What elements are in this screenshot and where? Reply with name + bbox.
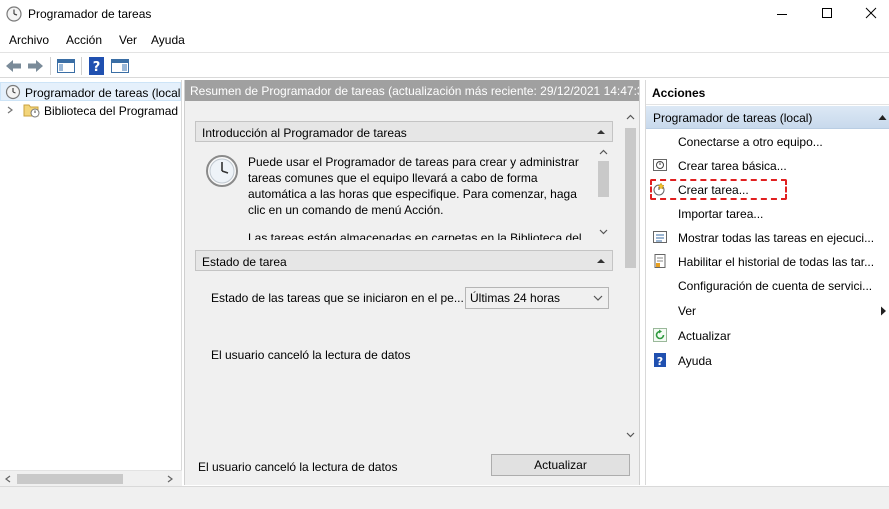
- action-label: Crear tarea...: [678, 183, 749, 197]
- submenu-arrow-icon: [881, 306, 886, 316]
- scroll-thumb[interactable]: [598, 161, 609, 197]
- summary-header: Resumen de Programador de tareas (actual…: [185, 80, 639, 101]
- show-hide-tree-icon[interactable]: [56, 56, 76, 76]
- action-label: Importar tarea...: [678, 207, 764, 221]
- action-service-account-config[interactable]: Configuración de cuenta de servici...: [646, 274, 889, 298]
- scroll-left-icon[interactable]: [4, 475, 12, 483]
- menu-archivo[interactable]: Archivo: [9, 33, 49, 47]
- svg-text:?: ?: [657, 355, 663, 367]
- clock-large-icon: [206, 155, 238, 187]
- action-label: Ver: [678, 304, 697, 318]
- scroll-thumb[interactable]: [625, 128, 636, 268]
- actions-header: Acciones: [646, 80, 889, 105]
- chevron-right-icon[interactable]: [6, 106, 14, 114]
- maximize-button[interactable]: [819, 6, 835, 22]
- help-icon: ?: [654, 353, 666, 367]
- scroll-up-icon[interactable]: [626, 114, 635, 121]
- scroll-up-icon[interactable]: [599, 149, 608, 156]
- refresh-icon: [653, 328, 667, 342]
- toolbar-separator: [81, 57, 82, 75]
- action-show-running-tasks[interactable]: Mostrar todas las tareas en ejecuci...: [646, 226, 889, 250]
- intro-text-2: Las tareas están almacenadas en carpetas…: [248, 231, 582, 240]
- forward-arrow-icon[interactable]: [25, 56, 45, 76]
- menu-accion[interactable]: Acción: [66, 33, 102, 47]
- summary-pane: Resumen de Programador de tareas (actual…: [184, 80, 640, 485]
- show-hide-action-pane-icon[interactable]: [110, 56, 130, 76]
- status-filter-label: Estado de las tareas que se iniciaron en…: [211, 291, 464, 305]
- status-section-title: Estado de tarea: [202, 255, 287, 269]
- scroll-down-icon[interactable]: [626, 431, 635, 438]
- navigation-tree: Programador de tareas (local Biblioteca …: [0, 80, 182, 485]
- intro-text: Puede usar el Programador de tareas para…: [248, 155, 579, 217]
- chevron-down-icon: [593, 295, 603, 301]
- action-label: Actualizar: [678, 329, 731, 343]
- status-section-header[interactable]: Estado de tarea: [195, 250, 613, 271]
- collapse-icon[interactable]: [597, 259, 605, 263]
- close-icon: [865, 7, 877, 19]
- intro-section-header[interactable]: Introducción al Programador de tareas: [195, 121, 613, 142]
- menu-ayuda[interactable]: Ayuda: [151, 33, 185, 47]
- intro-scrollbar[interactable]: [596, 146, 611, 238]
- help-icon[interactable]: ?: [87, 56, 107, 76]
- menu-ver[interactable]: Ver: [119, 33, 137, 47]
- minimize-button[interactable]: [774, 6, 790, 22]
- footer-message: El usuario canceló la lectura de datos: [198, 460, 398, 474]
- collapse-icon[interactable]: [597, 130, 605, 134]
- basic-task-icon: [653, 159, 667, 171]
- action-view[interactable]: Ver: [646, 299, 889, 323]
- maximize-icon: [822, 8, 832, 18]
- action-label: Ayuda: [678, 354, 712, 368]
- refresh-button[interactable]: Actualizar: [491, 454, 630, 476]
- tree-horizontal-scrollbar[interactable]: [0, 470, 182, 486]
- action-enable-history[interactable]: Habilitar el historial de todas las tar.…: [646, 250, 889, 274]
- svg-text:?: ?: [93, 60, 101, 75]
- toolbar-separator: [50, 57, 51, 75]
- action-label: Configuración de cuenta de servici...: [678, 279, 873, 293]
- action-create-basic-task[interactable]: Crear tarea básica...: [646, 154, 889, 178]
- scroll-thumb[interactable]: [17, 474, 123, 484]
- tree-item-root[interactable]: Programador de tareas (local: [0, 82, 181, 101]
- summary-scrollbar[interactable]: [623, 109, 638, 445]
- running-tasks-icon: [653, 231, 667, 243]
- create-task-icon: [653, 182, 665, 196]
- action-import-task[interactable]: Importar tarea...: [646, 202, 889, 226]
- clock-app-icon: [6, 6, 22, 22]
- intro-section-body: Puede usar el Programador de tareas para…: [195, 142, 613, 240]
- history-icon: [654, 254, 666, 268]
- action-label: Crear tarea básica...: [678, 159, 787, 173]
- tree-item-label: Biblioteca del Programad: [44, 104, 179, 118]
- actions-group-title: Programador de tareas (local): [653, 111, 813, 125]
- toolbar: ?: [0, 52, 889, 78]
- status-bar: [0, 486, 889, 509]
- actions-group-header[interactable]: Programador de tareas (local): [646, 106, 889, 129]
- action-create-task[interactable]: Crear tarea...: [646, 178, 889, 202]
- scroll-down-icon[interactable]: [599, 228, 608, 235]
- action-connect-computer[interactable]: Conectarse a otro equipo...: [646, 130, 889, 154]
- action-label: Habilitar el historial de todas las tar.…: [678, 255, 875, 269]
- clock-icon: [5, 84, 21, 100]
- time-range-value: Últimas 24 horas: [470, 291, 561, 305]
- action-refresh[interactable]: Actualizar: [646, 324, 889, 348]
- action-label: Conectarse a otro equipo...: [678, 135, 823, 149]
- action-help[interactable]: ? Ayuda: [646, 349, 889, 373]
- collapse-icon[interactable]: [878, 114, 887, 121]
- tree-item-library[interactable]: Biblioteca del Programad: [0, 101, 181, 120]
- minimize-icon: [777, 14, 787, 15]
- window-title: Programador de tareas: [28, 7, 152, 21]
- status-message: El usuario canceló la lectura de datos: [211, 348, 411, 362]
- back-arrow-icon[interactable]: [4, 56, 24, 76]
- title-bar: Programador de tareas: [0, 0, 889, 28]
- action-label: Mostrar todas las tareas en ejecuci...: [678, 231, 875, 245]
- close-button[interactable]: [863, 6, 879, 22]
- folder-clock-icon: [23, 104, 40, 118]
- menu-bar: Archivo Acción Ver Ayuda: [0, 29, 889, 51]
- time-range-select[interactable]: Últimas 24 horas: [465, 287, 609, 309]
- actions-pane: Acciones Programador de tareas (local) C…: [645, 80, 889, 485]
- tree-item-label: Programador de tareas (local: [25, 86, 181, 100]
- scroll-right-icon[interactable]: [166, 475, 174, 483]
- intro-section-title: Introducción al Programador de tareas: [202, 126, 407, 140]
